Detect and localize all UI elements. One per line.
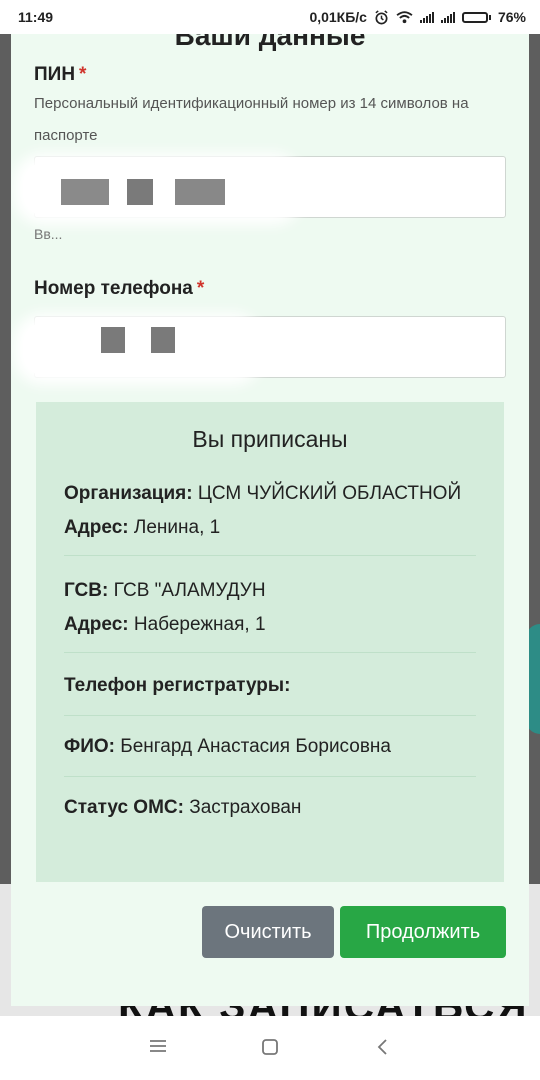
pin-hint: Вв... — [34, 226, 63, 242]
address-label: Адрес: — [64, 614, 129, 635]
gsv-label: ГСВ: — [64, 580, 109, 601]
system-nav-bar — [0, 1016, 540, 1080]
organization-value: ЦСМ ЧУЙСКИЙ ОБЛАСТНОЙ — [197, 483, 462, 504]
modal-title: Ваши данные — [174, 34, 366, 51]
oms-status-block: Статус ОМС: Застрахован — [64, 777, 476, 835]
network-speed: 0,01КБ/с — [309, 9, 367, 25]
oms-status-label: Статус ОМС: — [64, 797, 184, 818]
phone-input[interactable] — [23, 316, 506, 378]
signal-icon — [419, 11, 434, 23]
pin-label: ПИН * — [34, 64, 86, 86]
gsv-value: ГСВ "АЛАМУДУН — [113, 580, 266, 601]
battery-percent: 76% — [497, 9, 526, 25]
alarm-icon — [375, 9, 388, 24]
organization-label: Организация: — [64, 483, 193, 504]
registry-phone-label: Телефон регистратуры: — [64, 675, 291, 696]
back-icon[interactable] — [375, 1038, 389, 1056]
gsv-block: ГСВ: ГСВ "АЛАМУДУН Адрес: Набережная, 1 — [64, 556, 476, 653]
gsv-address: Набережная, 1 — [133, 614, 266, 635]
pin-input[interactable] — [23, 156, 506, 218]
fio-label: ФИО: — [64, 736, 115, 757]
wifi-icon — [396, 10, 413, 23]
user-data-modal: Ваши данные ПИН * Персональный идентифика… — [11, 34, 529, 1006]
address-label: Адрес: — [64, 517, 129, 538]
required-mark: * — [196, 278, 205, 299]
status-bar: 11:49 0,01КБ/с 76% — [0, 0, 540, 34]
pin-field-group: ПИН * Персональный идентификационный номе… — [11, 64, 529, 294]
status-time: 11:49 — [18, 9, 54, 25]
menu-icon[interactable] — [149, 1038, 167, 1054]
assignment-panel: Вы приписаны Организация: ЦСМ ЧУЙСКИЙ ОБ… — [36, 402, 504, 882]
phone-label: Номер телефона * — [34, 278, 204, 300]
battery-icon — [461, 11, 491, 23]
pin-help-text: Персональный идентификационный номер из … — [34, 95, 469, 144]
organization-block: Организация: ЦСМ ЧУЙСКИЙ ОБЛАСТНОЙ Адрес… — [64, 471, 476, 556]
assignment-title: Вы приписаны — [192, 426, 348, 452]
oms-status-value: Застрахован — [189, 797, 302, 818]
fio-value: Бенгард Анастасия Борисовна — [120, 736, 391, 757]
clear-button[interactable]: Очистить — [202, 906, 334, 958]
registry-phone-block: Телефон регистратуры: — [64, 653, 476, 716]
continue-button[interactable]: Продолжить — [340, 906, 506, 958]
signal-icon — [440, 11, 455, 23]
required-mark: * — [79, 64, 87, 85]
fio-block: ФИО: Бенгард Анастасия Борисовна — [64, 716, 476, 777]
pin-label-text: ПИН — [34, 64, 76, 85]
home-icon[interactable] — [261, 1038, 279, 1056]
phone-field-group: Номер телефона * — [11, 278, 529, 388]
phone-label-text: Номер телефона — [34, 278, 193, 299]
organization-address: Ленина, 1 — [133, 517, 221, 538]
